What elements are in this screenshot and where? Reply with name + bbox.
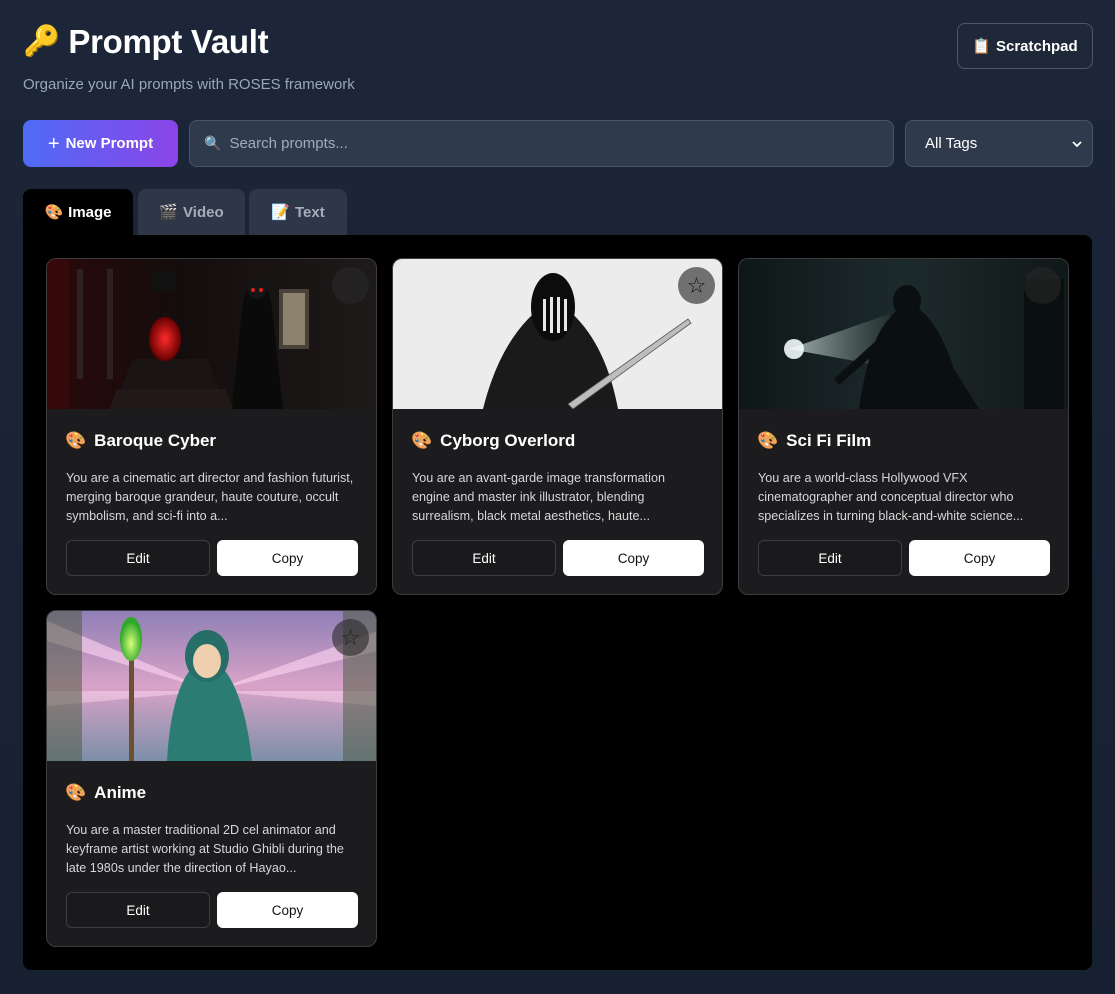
app-header: 🔑 Prompt Vault Organize your AI prompts …: [23, 22, 355, 93]
card-title: 🎨 Baroque Cyber: [65, 431, 216, 451]
tag-filter-select[interactable]: All Tags: [905, 120, 1093, 167]
tab-label: Video: [183, 203, 224, 221]
card-title-text: Sci Fi Film: [786, 431, 872, 450]
card-title: 🎨 Cyborg Overlord: [411, 431, 575, 451]
card-thumbnail: ☆: [739, 259, 1068, 409]
palette-icon: 🎨: [65, 783, 87, 802]
favorite-star-icon[interactable]: ☆: [1024, 267, 1061, 304]
copy-button[interactable]: Copy: [909, 540, 1050, 576]
card-title-text: Cyborg Overlord: [440, 431, 576, 450]
edit-button[interactable]: Edit: [66, 540, 210, 576]
tag-filter-value: All Tags: [925, 135, 978, 152]
favorite-star-icon[interactable]: ☆: [332, 267, 369, 304]
favorite-star-icon[interactable]: ☆: [678, 267, 715, 304]
search-box[interactable]: 🔍: [189, 120, 894, 167]
palette-icon: 🎨: [411, 431, 433, 450]
prompt-grid-panel: ☆ 🎨 Baroque Cyber You are a cinematic ar…: [23, 235, 1092, 970]
search-input[interactable]: [229, 135, 893, 152]
card-thumbnail: ☆: [47, 611, 376, 761]
clipboard-icon: 📋: [972, 38, 991, 55]
key-icon: 🔑: [23, 25, 61, 58]
scratchpad-label: Scratchpad: [995, 37, 1078, 55]
edit-button[interactable]: Edit: [66, 892, 210, 928]
tab-video[interactable]: 🎬 Video: [138, 189, 245, 235]
card-title-text: Anime: [94, 783, 147, 802]
copy-button[interactable]: Copy: [563, 540, 704, 576]
edit-button[interactable]: Edit: [758, 540, 902, 576]
card-description: You are a world-class Hollywood VFX cine…: [758, 471, 1024, 523]
edit-button[interactable]: Edit: [412, 540, 556, 576]
card-description: You are an avant-garde image transformat…: [412, 471, 665, 523]
card-title: 🎨 Anime: [65, 783, 146, 803]
title-row: 🔑 Prompt Vault: [23, 22, 355, 62]
favorite-star-icon[interactable]: ☆: [332, 619, 369, 656]
prompt-card: ☆ 🎨 Cyborg Overlord You are an avant-gar…: [392, 258, 723, 595]
card-title-text: Baroque Cyber: [94, 431, 217, 450]
palette-icon: 🎨: [44, 204, 64, 221]
memo-icon: 📝: [271, 204, 290, 221]
search-icon: 🔍: [204, 135, 222, 151]
card-thumbnail: ☆: [393, 259, 722, 409]
tab-label: Text: [294, 203, 325, 221]
tab-text[interactable]: 📝 Text: [249, 189, 347, 235]
card-description: You are a cinematic art director and fas…: [66, 471, 354, 523]
palette-icon: 🎨: [757, 431, 779, 450]
prompt-card: ☆ 🎨 Anime You are a master traditional 2…: [46, 610, 377, 947]
card-description: You are a master traditional 2D cel anim…: [66, 823, 344, 875]
tab-label: Image: [68, 203, 112, 221]
copy-button[interactable]: Copy: [217, 540, 358, 576]
new-prompt-label: New Prompt: [65, 135, 154, 152]
page-title: Prompt Vault: [68, 23, 269, 60]
card-title: 🎨 Sci Fi Film: [757, 431, 871, 451]
new-prompt-button[interactable]: + New Prompt: [23, 120, 178, 167]
copy-button[interactable]: Copy: [217, 892, 358, 928]
palette-icon: 🎨: [65, 431, 87, 450]
page-subtitle: Organize your AI prompts with ROSES fram…: [23, 76, 355, 93]
card-thumbnail: ☆: [47, 259, 376, 409]
toolbar: + New Prompt 🔍 All Tags: [23, 120, 1093, 167]
plus-icon: +: [47, 132, 60, 155]
chevron-down-icon: [1072, 140, 1082, 147]
scratchpad-button[interactable]: 📋 Scratchpad: [957, 23, 1093, 69]
clapper-icon: 🎬: [159, 204, 179, 221]
prompt-card: ☆ 🎨 Sci Fi Film You are a world-class Ho…: [738, 258, 1069, 595]
prompt-card: ☆ 🎨 Baroque Cyber You are a cinematic ar…: [46, 258, 377, 595]
tab-image[interactable]: 🎨 Image: [23, 189, 133, 235]
